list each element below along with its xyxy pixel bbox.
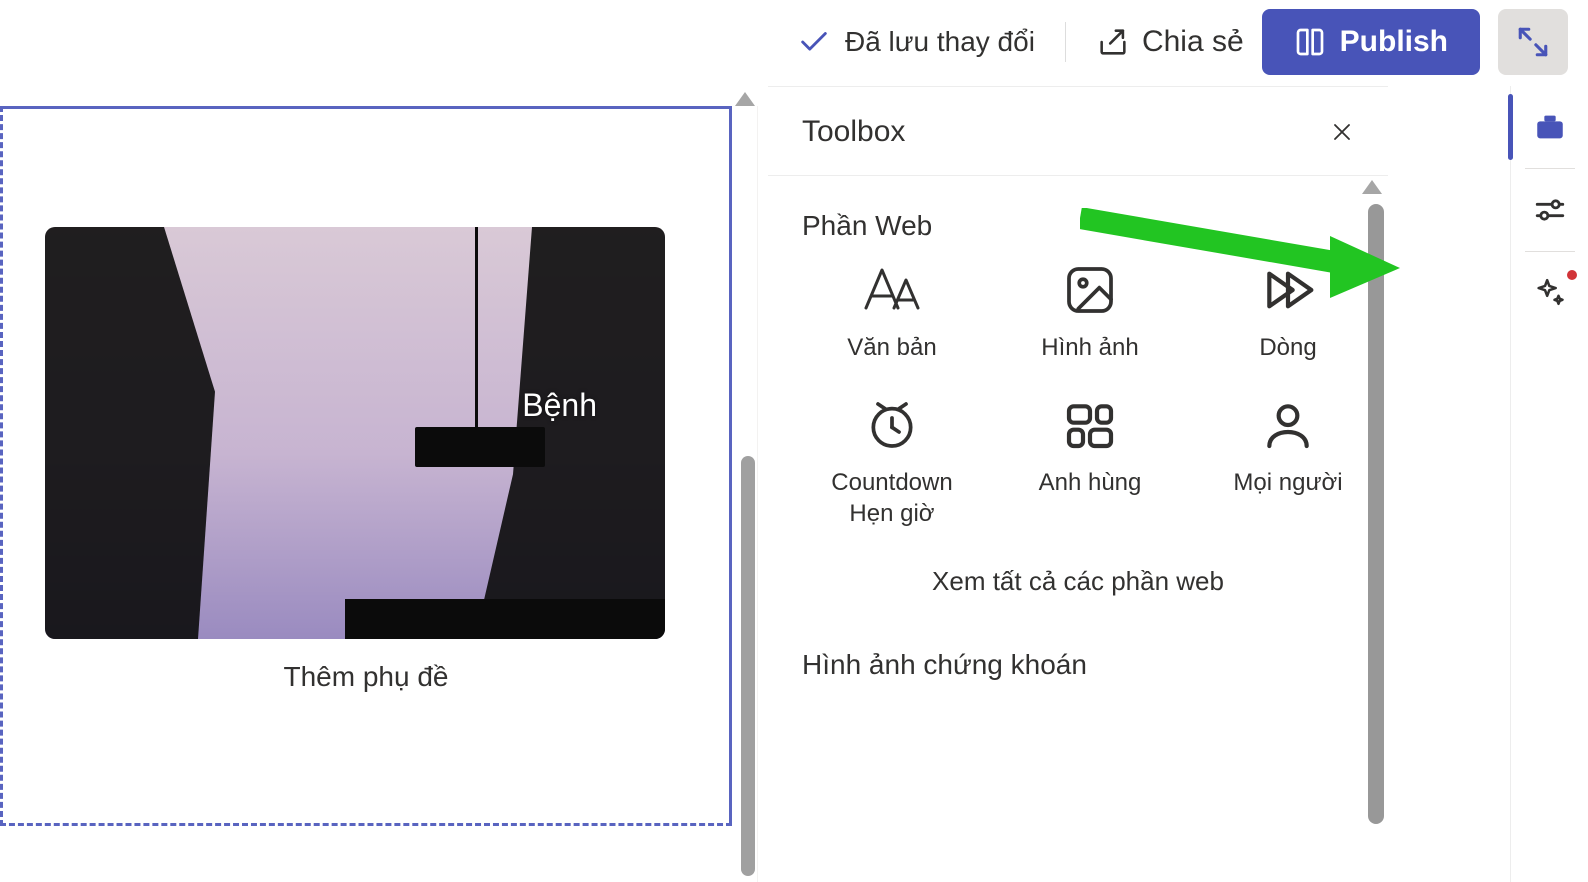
scroll-thumb[interactable]: [1368, 204, 1384, 824]
section-heading-stock: Hình ảnh chứng khoán: [768, 607, 1388, 691]
image-silhouette: [475, 227, 478, 427]
saved-label: Đã lưu thay đổi: [845, 26, 1035, 58]
webpart-grid: Văn bản Hình ảnh Dòng: [768, 252, 1388, 530]
toolbox-panel: Toolbox Phần Web Văn bản: [768, 86, 1388, 882]
book-icon: [1294, 26, 1326, 58]
webpart-label: Mọi người: [1233, 467, 1342, 498]
editor-canvas[interactable]: Bệnh Thêm phụ đề: [0, 106, 758, 882]
share-icon: [1096, 25, 1130, 59]
sparkle-icon: [1533, 276, 1567, 310]
see-all-webparts[interactable]: Xem tất cả các phần web: [768, 530, 1388, 607]
toolbox-icon: [1533, 110, 1567, 144]
image-silhouette: [45, 227, 215, 639]
caption-input[interactable]: Thêm phụ đề: [3, 661, 729, 693]
rail-settings[interactable]: [1511, 169, 1588, 251]
sliders-icon: [1533, 193, 1567, 227]
selected-section[interactable]: Bệnh Thêm phụ đề: [0, 106, 732, 826]
toolbox-body: Phần Web Văn bản Hình ảnh: [768, 176, 1388, 856]
close-button[interactable]: [1330, 120, 1354, 144]
image-overlay-text[interactable]: Bệnh: [522, 387, 597, 424]
scroll-up-icon[interactable]: [1362, 180, 1382, 194]
top-bar: Đã lưu thay đổi Chia sẻ Publish: [0, 0, 1588, 84]
webpart-countdown[interactable]: Countdown Hẹn giờ: [802, 397, 982, 529]
share-button[interactable]: Chia sẻ: [1096, 25, 1244, 59]
publish-label: Publish: [1340, 25, 1448, 59]
check-icon: [797, 25, 831, 59]
webpart-people[interactable]: Mọi người: [1198, 397, 1378, 529]
image-silhouette: [345, 599, 665, 639]
person-icon: [1260, 397, 1316, 453]
image-webpart[interactable]: Bệnh: [45, 227, 665, 639]
rail-toolbox[interactable]: [1511, 86, 1588, 168]
scroll-thumb[interactable]: [741, 456, 755, 876]
image-icon: [1062, 262, 1118, 318]
collapse-button[interactable]: [1498, 9, 1568, 75]
collapse-icon: [1516, 25, 1550, 59]
toolbox-title: Toolbox: [802, 115, 905, 149]
hero-icon: [1062, 397, 1118, 453]
section-heading-webparts: Phần Web: [768, 176, 1388, 252]
image-silhouette: [415, 427, 545, 467]
publish-button[interactable]: Publish: [1262, 9, 1480, 75]
webpart-label: Dòng: [1259, 332, 1316, 363]
canvas-scrollbar[interactable]: [737, 106, 757, 882]
right-rail: [1510, 86, 1588, 882]
toolbox-header: Toolbox: [768, 87, 1388, 176]
divider: [1065, 22, 1066, 62]
notification-dot: [1567, 270, 1577, 280]
webpart-text[interactable]: Văn bản: [802, 262, 982, 363]
webpart-image[interactable]: Hình ảnh: [1000, 262, 1180, 363]
scroll-up-icon[interactable]: [735, 92, 755, 106]
stream-icon: [1260, 262, 1316, 318]
webpart-hero[interactable]: Anh hùng: [1000, 397, 1180, 529]
webpart-label: Countdown Hẹn giờ: [831, 467, 952, 529]
saved-status: Đã lưu thay đổi: [797, 25, 1035, 59]
rail-ai[interactable]: [1511, 252, 1588, 334]
text-icon: [860, 262, 924, 318]
clock-icon: [864, 397, 920, 453]
webpart-label: Hình ảnh: [1041, 332, 1138, 363]
webpart-label: Anh hùng: [1039, 467, 1142, 498]
share-label: Chia sẻ: [1142, 25, 1244, 59]
webpart-label: Văn bản: [847, 332, 936, 363]
webpart-stream[interactable]: Dòng: [1198, 262, 1378, 363]
